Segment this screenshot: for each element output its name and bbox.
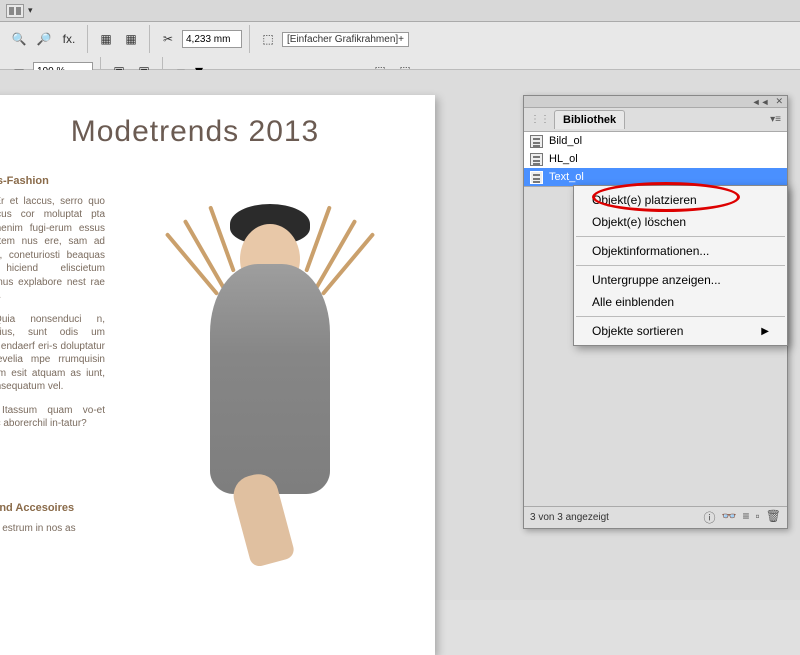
options-toolbar: 🔍 🔎 fx. ▦ ▦ ✂ ⬚ [Einfacher Grafikrahmen]…	[0, 22, 800, 70]
image-column	[120, 174, 420, 545]
align-center-icon[interactable]: ▦	[120, 28, 142, 50]
library-item-selected[interactable]: Text_ol	[524, 168, 787, 186]
library-list: Bild_ol HL_ol Text_ol	[524, 132, 787, 186]
menu-show-subgroup[interactable]: Untergruppe anzeigen...	[574, 269, 787, 291]
menu-separator	[576, 316, 785, 317]
stroke-width-input[interactable]	[182, 30, 242, 48]
menu-sort-label: Objekte sortieren	[592, 324, 683, 338]
menu-sort-objects[interactable]: Objekte sortieren ▶	[574, 320, 787, 342]
context-menu: Objekt(e) platzieren Objekt(e) löschen O…	[573, 185, 788, 346]
panel-grip-icon[interactable]: ⋮⋮	[530, 114, 550, 125]
panel-collapse-bar[interactable]: ◄◄ ✕	[524, 96, 787, 108]
align-left-icon[interactable]: ▦	[95, 28, 117, 50]
library-item[interactable]: HL_ol	[524, 150, 787, 168]
menu-object-info[interactable]: Objektinformationen...	[574, 240, 787, 262]
snippet-icon	[530, 135, 543, 148]
status-text: 3 von 3 angezeigt	[530, 512, 609, 523]
body-para: pidebit estrum in nos as	[0, 522, 105, 536]
snippet-icon	[530, 171, 543, 184]
search-icon[interactable]: 👓	[722, 509, 737, 526]
separator	[87, 25, 88, 53]
body-para: naio. Itassum quam vo-et vollacc aborerc…	[0, 404, 105, 431]
submenu-arrow-icon: ▶	[761, 326, 769, 337]
library-item-label: Bild_ol	[549, 135, 582, 147]
zoom-out-icon[interactable]: 🔍	[8, 28, 30, 50]
workspace: Modetrends 2013 hjahrs-Fashion nus. Er e…	[0, 70, 800, 600]
library-item-label: Text_ol	[549, 171, 584, 183]
snippet-icon	[530, 153, 543, 166]
list-view-icon[interactable]: ≡	[742, 509, 749, 526]
menu-separator	[576, 236, 785, 237]
view-mode-icon[interactable]	[6, 4, 24, 18]
crop-icon[interactable]: ✂	[157, 28, 179, 50]
new-item-icon[interactable]: ▫	[756, 509, 760, 526]
app-topbar: ▾	[0, 0, 800, 22]
fashion-model-image	[140, 174, 400, 534]
menu-delete-objects[interactable]: Objekt(e) löschen	[574, 211, 787, 233]
text-column: hjahrs-Fashion nus. Er et laccus, serro …	[0, 174, 105, 545]
body-para: r? Quia nonsenduci n, omnistius, sunt od…	[0, 313, 105, 394]
separator	[249, 25, 250, 53]
panel-footer: 3 von 3 angezeigt ⓘ 👓 ≡ ▫ 🗑	[524, 506, 787, 528]
separator	[149, 25, 150, 53]
library-item-label: HL_ol	[549, 153, 578, 165]
object-style-icon[interactable]: ⬚	[257, 28, 279, 50]
body-para: nus. Er et laccus, serro quo invelecus c…	[0, 195, 105, 303]
menu-separator	[576, 265, 785, 266]
collapse-icon[interactable]: ◄◄	[752, 97, 770, 107]
info-icon[interactable]: ⓘ	[704, 509, 716, 526]
page-title: Modetrends 2013	[0, 115, 420, 149]
object-style-dropdown[interactable]: [Einfacher Grafikrahmen]+	[282, 32, 409, 47]
menu-place-objects[interactable]: Objekt(e) platzieren	[574, 189, 787, 211]
panel-menu-icon[interactable]: ▾≡	[770, 114, 781, 125]
zoom-in-icon[interactable]: 🔎	[33, 28, 55, 50]
document-page: Modetrends 2013 hjahrs-Fashion nus. Er e…	[0, 95, 435, 655]
library-item[interactable]: Bild_ol	[524, 132, 787, 150]
trash-icon[interactable]: 🗑	[766, 509, 781, 526]
panel-tab-library[interactable]: Bibliothek	[554, 110, 625, 129]
section-heading-1: hjahrs-Fashion	[0, 174, 105, 189]
menu-show-all[interactable]: Alle einblenden	[574, 291, 787, 313]
view-dropdown-icon[interactable]: ▾	[28, 5, 33, 16]
section-heading-2: uhe und Accesoires	[0, 501, 105, 516]
fx-button[interactable]: fx.	[58, 28, 80, 50]
close-icon[interactable]: ✕	[775, 96, 783, 107]
